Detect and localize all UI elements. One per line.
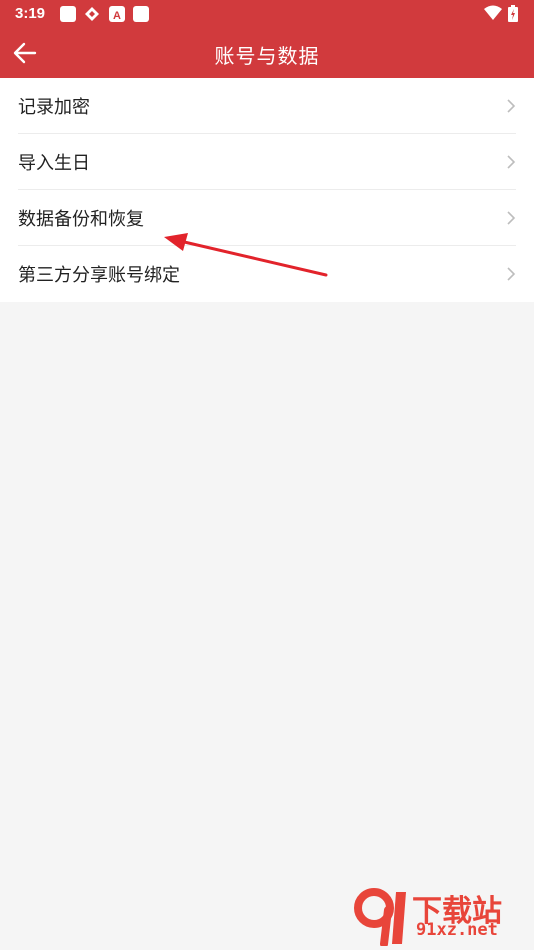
top-bar: 3:19 A 账号与数据	[0, 0, 534, 78]
watermark-logo-icon	[354, 888, 406, 946]
svg-text:A: A	[113, 10, 121, 22]
app-square-icon	[60, 6, 76, 22]
chevron-right-icon	[507, 267, 516, 281]
app-bar: 账号与数据	[0, 28, 534, 78]
status-bar: 3:19 A	[0, 0, 534, 28]
watermark: 下载站 91xz.net	[352, 886, 528, 946]
app-a-icon: A	[109, 6, 125, 22]
battery-icon	[508, 5, 518, 26]
page-title: 账号与数据	[214, 44, 320, 68]
menu-item-record-encryption[interactable]: 记录加密	[0, 78, 534, 134]
menu-item-label: 数据备份和恢复	[18, 209, 144, 230]
status-time: 3:19	[15, 5, 46, 22]
wifi-icon	[484, 5, 502, 25]
menu-item-import-birthday[interactable]: 导入生日	[0, 134, 534, 190]
app-square-icon	[133, 6, 149, 22]
watermark-url: 91xz.net	[416, 920, 498, 940]
app-diamond-icon	[84, 6, 100, 22]
menu-item-label: 记录加密	[18, 97, 90, 118]
chevron-right-icon	[507, 155, 516, 169]
menu-item-label: 导入生日	[18, 153, 90, 174]
annotation-arrow	[164, 233, 328, 277]
chevron-right-icon	[507, 211, 516, 225]
chevron-right-icon	[507, 99, 516, 113]
